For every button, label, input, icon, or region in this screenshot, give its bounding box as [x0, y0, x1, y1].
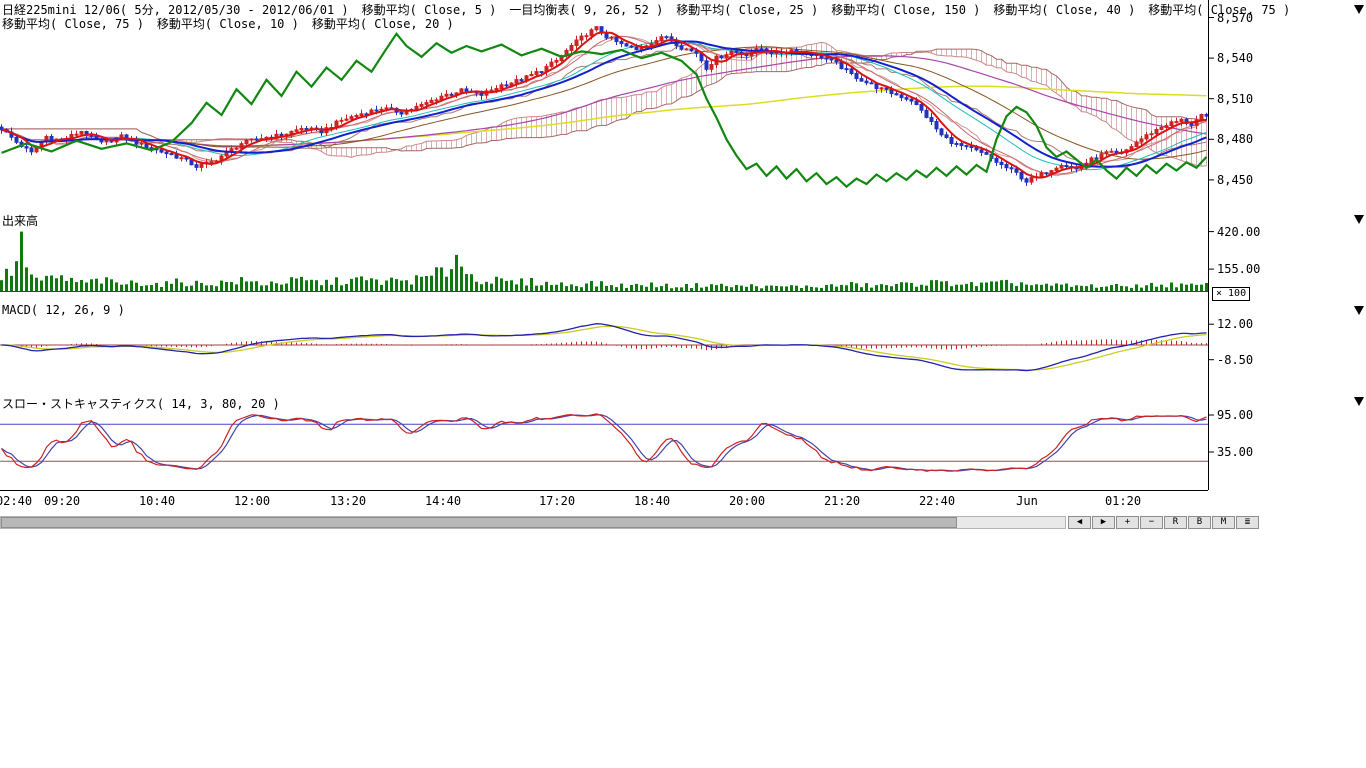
- stoch-panel-arrow-button[interactable]: [1354, 397, 1364, 406]
- scroll-right-button[interactable]: ▶: [1092, 516, 1115, 529]
- x-axis-label: 12:00: [234, 494, 270, 508]
- x-axis-label: 10:40: [139, 494, 175, 508]
- y-axis-label: 155.00: [1217, 262, 1260, 276]
- y-axis-label: 420.00: [1217, 225, 1260, 239]
- horizontal-scrollbar[interactable]: [0, 516, 1066, 529]
- legend-item: 移動平均( Close, 20 ): [312, 17, 454, 31]
- zoom-out-button[interactable]: −: [1140, 516, 1163, 529]
- y-axis-label: 8,480: [1217, 132, 1253, 146]
- x-axis-label: 18:40: [634, 494, 670, 508]
- y-axis-label: 35.00: [1217, 445, 1253, 459]
- price-panel-arrow-button[interactable]: [1354, 5, 1364, 14]
- x-axis-label: 09:20: [44, 494, 80, 508]
- y-axis-label: 8,510: [1217, 92, 1253, 106]
- legend-item: 移動平均( Close, 40 ): [993, 3, 1135, 17]
- menu-button[interactable]: ≣: [1236, 516, 1259, 529]
- legend-item: 移動平均( Close, 10 ): [157, 17, 299, 31]
- zoom-in-button[interactable]: +: [1116, 516, 1139, 529]
- x-axis-label: 02:40: [0, 494, 32, 508]
- chart-window: 日経225mini 12/06( 5分, 2012/05/30 - 2012/0…: [0, 0, 1366, 768]
- volume-panel-title: 出来高: [2, 212, 38, 229]
- macd-panel-arrow-button[interactable]: [1354, 306, 1364, 315]
- stoch-panel-title: スロー・ストキャスティクス( 14, 3, 80, 20 ): [2, 395, 280, 412]
- legend-item: 移動平均( Close, 75 ): [2, 17, 144, 31]
- volume-multiplier-badge: × 100: [1212, 287, 1250, 301]
- chart-canvas[interactable]: [0, 0, 1366, 512]
- scroll-left-button[interactable]: ◀: [1068, 516, 1091, 529]
- chart-toolbar: ◀▶+−RBM≣: [1068, 516, 1260, 529]
- chart-type-r-button[interactable]: R: [1164, 516, 1187, 529]
- legend-item: 移動平均( Close, 25 ): [676, 3, 818, 17]
- volume-panel-arrow-button[interactable]: [1354, 215, 1364, 224]
- x-axis-label: 21:20: [824, 494, 860, 508]
- x-axis-label: 17:20: [539, 494, 575, 508]
- macd-panel-title: MACD( 12, 26, 9 ): [2, 303, 125, 317]
- x-axis-label: 13:20: [330, 494, 366, 508]
- legend-item: 移動平均( Close, 150 ): [831, 3, 980, 17]
- x-axis-label: Jun: [1016, 494, 1038, 508]
- chart-type-m-button[interactable]: M: [1212, 516, 1235, 529]
- y-axis-label: 12.00: [1217, 317, 1253, 331]
- y-axis-label: 8,540: [1217, 51, 1253, 65]
- x-axis-label: 22:40: [919, 494, 955, 508]
- legend-row-2: 移動平均( Close, 75 ) 移動平均( Close, 10 ) 移動平均( …: [2, 15, 467, 32]
- y-axis-label: -8.50: [1217, 353, 1253, 367]
- y-axis-label: 8,450: [1217, 173, 1253, 187]
- legend-item: 一目均衡表( 9, 26, 52 ): [509, 3, 663, 17]
- x-axis-label: 20:00: [729, 494, 765, 508]
- x-axis-label: 14:40: [425, 494, 461, 508]
- chart-type-b-button[interactable]: B: [1188, 516, 1211, 529]
- x-axis-label: 01:20: [1105, 494, 1141, 508]
- y-axis-label: 95.00: [1217, 408, 1253, 422]
- scrollbar-thumb[interactable]: [1, 517, 957, 528]
- y-axis-label: 8,570: [1217, 11, 1253, 25]
